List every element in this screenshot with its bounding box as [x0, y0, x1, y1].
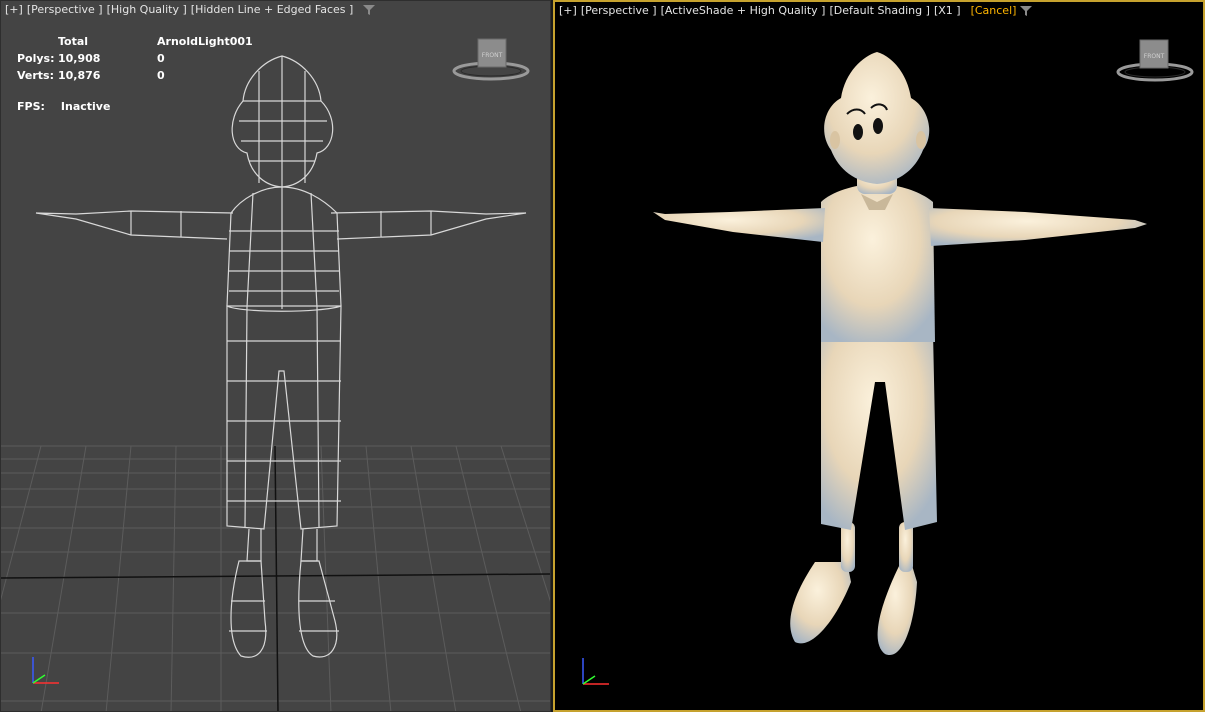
viewport-pov-menu[interactable]: [Perspective ]: [27, 3, 103, 16]
axis-tripod-icon: [32, 657, 59, 684]
viewport-shading-menu[interactable]: [Default Shading ]: [829, 4, 929, 17]
fps-readout: FPS: Inactive: [17, 100, 110, 113]
axis-tripod-icon: [582, 658, 609, 685]
stats-total: 10,876: [58, 69, 101, 82]
viewport-pov-menu[interactable]: [Perspective ]: [581, 4, 657, 17]
wireframe-character: [35, 55, 527, 658]
activeshade-render: [653, 52, 1147, 656]
cancel-button[interactable]: [Cancel]: [971, 4, 1017, 17]
stats-label: Polys:: [17, 52, 55, 65]
filter-funnel-icon[interactable]: [1020, 5, 1033, 17]
viewport-label-menu: [+] [Perspective ] [ActiveShade + High Q…: [559, 4, 1033, 17]
viewcube-face-label: FRONT: [1144, 53, 1165, 60]
stats-row-polys: Polys: 10,908 0: [17, 52, 256, 69]
viewcube-icon[interactable]: FRONT: [1115, 36, 1195, 86]
stats-selected: 0: [157, 69, 165, 82]
stats-row-verts: Verts: 10,876 0: [17, 69, 256, 86]
stats-total: 10,908: [58, 52, 101, 65]
left-viewport[interactable]: [+] [Perspective ] [High Quality ] [Hidd…: [0, 0, 551, 712]
stats-header-selection: ArnoldLight001: [157, 35, 253, 48]
fps-label: FPS:: [17, 100, 45, 113]
viewport-shading-menu[interactable]: [Hidden Line + Edged Faces ]: [191, 3, 354, 16]
filter-funnel-icon[interactable]: [363, 4, 376, 16]
viewport-plus-menu[interactable]: [+]: [559, 4, 577, 17]
fps-value: Inactive: [60, 100, 111, 113]
stats-header-total: Total: [58, 35, 89, 48]
viewport-label-menu: [+] [Perspective ] [High Quality ] [Hidd…: [5, 3, 376, 16]
stats-header-empty: [17, 35, 58, 52]
viewport-scale-menu[interactable]: [X1 ]: [934, 4, 961, 17]
viewcube-icon[interactable]: FRONT: [451, 35, 531, 85]
viewport-plus-menu[interactable]: [+]: [5, 3, 23, 16]
grid-main-axes: [1, 445, 550, 711]
viewport-quality-menu[interactable]: [High Quality ]: [107, 3, 187, 16]
statistics-panel: Total ArnoldLight001 Polys: 10,908 0 Ver…: [17, 35, 256, 86]
rendered-character: [653, 52, 1147, 656]
stats-label: Verts:: [17, 69, 55, 82]
stats-selected: 0: [157, 52, 165, 65]
right-viewport-activeshade[interactable]: [+] [Perspective ] [ActiveShade + High Q…: [553, 0, 1205, 712]
viewcube-face-label: FRONT: [482, 52, 503, 59]
viewport-activeshade-menu[interactable]: [ActiveShade + High Quality ]: [661, 4, 826, 17]
